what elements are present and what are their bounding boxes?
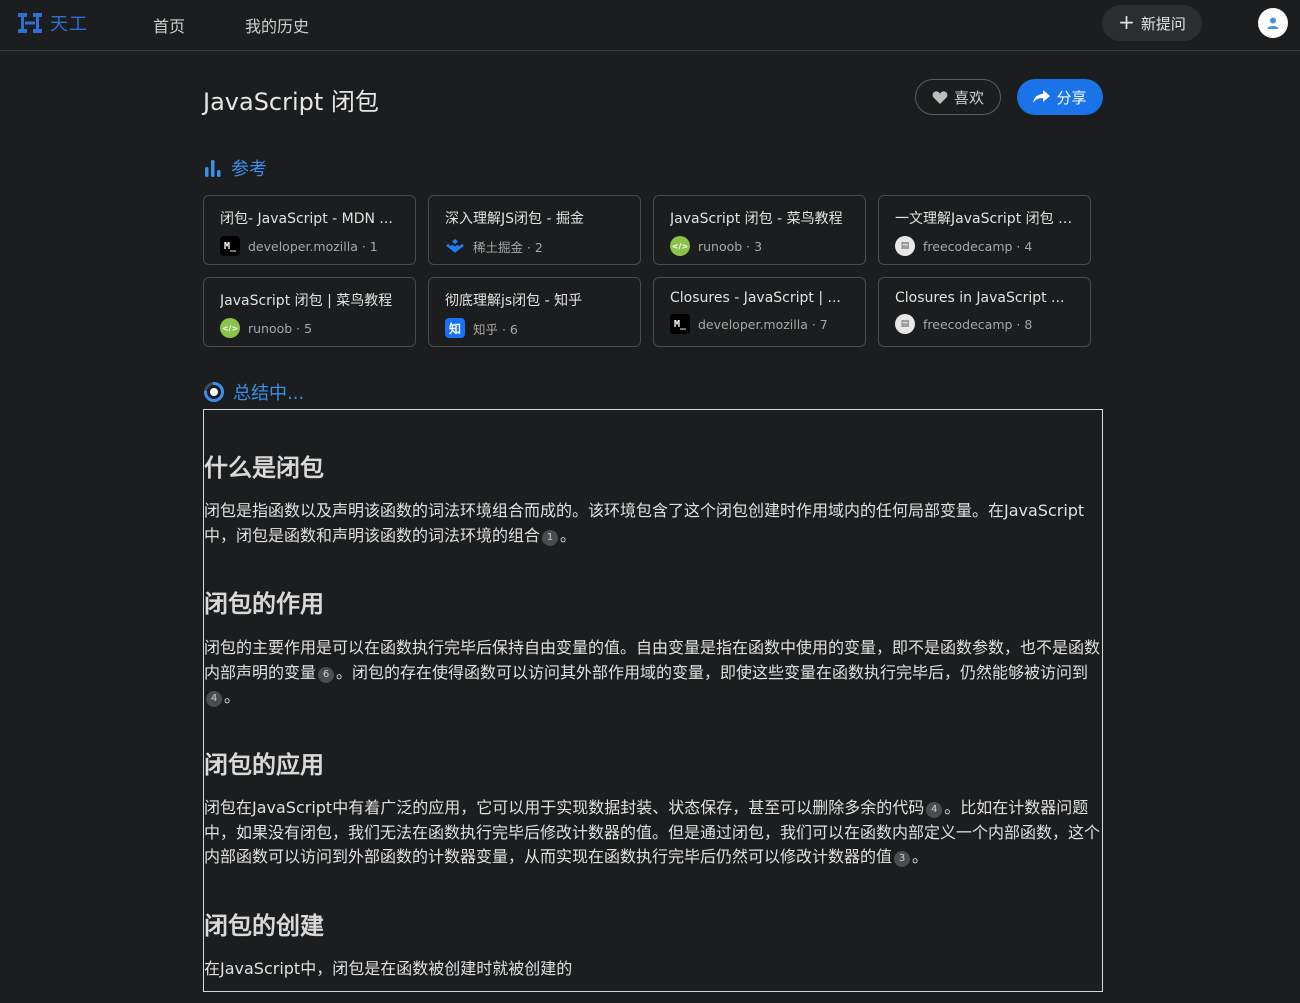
citation-badge[interactable]: 4 bbox=[926, 802, 943, 819]
tiangong-logo-icon bbox=[18, 13, 42, 33]
paragraph-text: 在JavaScript中，闭包是在函数被创建时就被创建的 bbox=[204, 959, 573, 978]
section-paragraph: 闭包是指函数以及声明该函数的词法环境组合而成的。该环境包含了这个闭包创建时作用域… bbox=[204, 499, 1102, 548]
bar-chart-icon bbox=[205, 160, 221, 177]
section-title: 什么是闭包 bbox=[204, 454, 324, 482]
summary-heading-label: 总结中... bbox=[233, 383, 305, 404]
share-icon bbox=[1033, 90, 1051, 103]
reference-title: Closures in JavaScript ... bbox=[895, 290, 1065, 306]
citation-badge[interactable]: 1 bbox=[542, 529, 559, 546]
share-label: 分享 bbox=[1056, 88, 1087, 107]
summary-heading: 总结中... bbox=[203, 379, 304, 405]
references-grid: 闭包- JavaScript - MDN ... M_ developer.mo… bbox=[203, 195, 1103, 347]
reference-title: JavaScript 闭包 | 菜鸟教程 bbox=[220, 293, 393, 309]
paragraph-text: 。 bbox=[224, 687, 241, 706]
reference-card[interactable]: 闭包- JavaScript - MDN ... M_ developer.mo… bbox=[203, 195, 416, 265]
reference-source: runoob · 3 bbox=[698, 238, 763, 254]
logo-text: 天工 bbox=[50, 14, 88, 35]
nav-history[interactable]: 我的历史 bbox=[245, 13, 309, 37]
reference-source: runoob · 5 bbox=[248, 320, 313, 336]
section-title: 闭包的应用 bbox=[204, 751, 324, 779]
mdn-icon: M_ bbox=[670, 314, 690, 334]
freecodecamp-icon: ▤ bbox=[895, 236, 915, 256]
section-paragraph: 闭包的主要作用是可以在函数执行完毕后保持自由变量的值。自由变量是指在函数中使用的… bbox=[204, 636, 1102, 710]
paragraph-text: 。 bbox=[560, 525, 577, 545]
juejin-icon bbox=[445, 236, 465, 256]
freecodecamp-icon: ▤ bbox=[895, 314, 915, 334]
reference-source: freecodecamp · 8 bbox=[923, 316, 1033, 332]
paragraph-text: 闭包是指函数以及声明该函数的词法环境组合而成的。该环境包含了这个闭包创建时作用域… bbox=[204, 501, 1085, 545]
reference-source: 知乎 · 6 bbox=[473, 321, 518, 337]
reference-card[interactable]: Closures - JavaScript | ... M_ developer… bbox=[653, 277, 866, 347]
references-heading: 参考 bbox=[203, 155, 267, 181]
citation-badge[interactable]: 6 bbox=[318, 666, 335, 683]
reference-card[interactable]: 一文理解JavaScript 闭包 - ... ▤ freecodecamp ·… bbox=[878, 195, 1091, 265]
citation-badge[interactable]: 3 bbox=[894, 851, 911, 868]
nav-home[interactable]: 首页 bbox=[153, 13, 185, 37]
runoob-icon: </> bbox=[670, 236, 690, 256]
share-button[interactable]: 分享 bbox=[1017, 79, 1103, 115]
user-avatar[interactable] bbox=[1258, 8, 1288, 38]
new-question-button[interactable]: + 新提问 bbox=[1102, 5, 1202, 41]
reference-title: JavaScript 闭包 - 菜鸟教程 bbox=[670, 211, 843, 227]
plus-icon: + bbox=[1118, 10, 1135, 34]
reference-source: 稀土掘金 · 2 bbox=[473, 239, 543, 255]
paragraph-text: 闭包在JavaScript中有着广泛的应用，它可以用于实现数据封装、状态保存，甚… bbox=[204, 798, 925, 817]
like-button[interactable]: 喜欢 bbox=[915, 79, 1001, 115]
reference-card[interactable]: 深入理解JS闭包 - 掘金 稀土掘金 · 2 bbox=[428, 195, 641, 265]
reference-source: developer.mozilla · 1 bbox=[248, 238, 378, 254]
section-title: 闭包的作用 bbox=[204, 590, 324, 618]
loading-spinner-icon bbox=[204, 382, 224, 402]
summary-content: 什么是闭包 闭包是指函数以及声明该函数的词法环境组合而成的。该环境包含了这个闭包… bbox=[203, 409, 1103, 992]
top-bar: 天工 首页 我的历史 + 新提问 bbox=[0, 0, 1300, 51]
reference-title: Closures - JavaScript | ... bbox=[670, 290, 841, 306]
mdn-icon: M_ bbox=[220, 236, 240, 256]
reference-title: 一文理解JavaScript 闭包 - ... bbox=[895, 211, 1074, 227]
reference-source: freecodecamp · 4 bbox=[923, 238, 1033, 254]
paragraph-text: 。闭包的存在使得函数可以访问其外部作用域的变量，即使这些变量在函数执行完毕后，仍… bbox=[336, 662, 1089, 682]
heart-icon bbox=[932, 90, 948, 104]
runoob-icon: </> bbox=[220, 318, 240, 338]
logo[interactable]: 天工 bbox=[16, 10, 88, 36]
page-title: JavaScript 闭包 bbox=[203, 88, 379, 116]
paragraph-text: 。 bbox=[912, 847, 929, 866]
reference-title: 深入理解JS闭包 - 掘金 bbox=[445, 211, 584, 227]
section-paragraph: 在JavaScript中，闭包是在函数被创建时就被创建的 bbox=[204, 957, 1102, 982]
reference-card[interactable]: JavaScript 闭包 | 菜鸟教程 </> runoob · 5 bbox=[203, 277, 416, 347]
user-icon bbox=[1267, 17, 1279, 29]
citation-badge[interactable]: 4 bbox=[206, 691, 222, 708]
like-label: 喜欢 bbox=[953, 88, 984, 107]
new-question-label: 新提问 bbox=[1140, 14, 1186, 33]
section-title: 闭包的创建 bbox=[204, 912, 324, 940]
reference-title: 彻底理解js闭包 - 知乎 bbox=[445, 293, 583, 309]
reference-title: 闭包- JavaScript - MDN ... bbox=[220, 211, 393, 227]
reference-card[interactable]: Closures in JavaScript ... ▤ freecodecam… bbox=[878, 277, 1091, 347]
section-paragraph: 闭包在JavaScript中有着广泛的应用，它可以用于实现数据封装、状态保存，甚… bbox=[204, 796, 1102, 870]
reference-card[interactable]: JavaScript 闭包 - 菜鸟教程 </> runoob · 3 bbox=[653, 195, 866, 265]
reference-source: developer.mozilla · 7 bbox=[698, 316, 828, 332]
reference-card[interactable]: 彻底理解js闭包 - 知乎 知 知乎 · 6 bbox=[428, 277, 641, 347]
zhihu-icon: 知 bbox=[445, 318, 465, 338]
references-heading-label: 参考 bbox=[231, 159, 267, 180]
